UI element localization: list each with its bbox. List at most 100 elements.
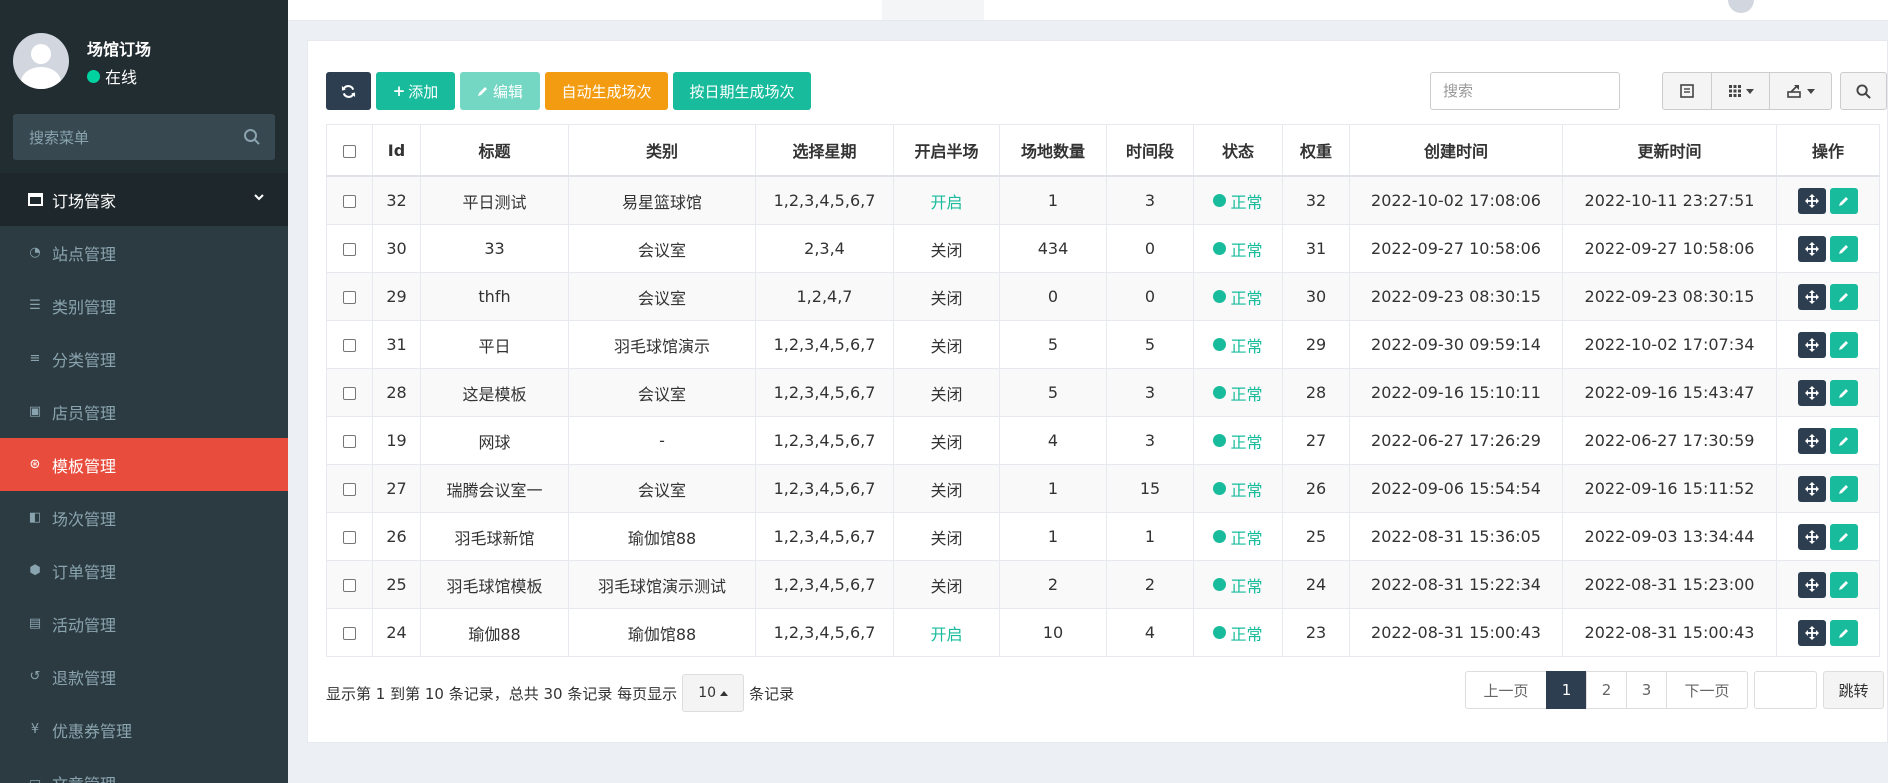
- row-checkbox[interactable]: [343, 435, 356, 448]
- table-search-input[interactable]: [1431, 73, 1619, 109]
- column-header[interactable]: 更新时间: [1562, 124, 1777, 177]
- dribbble-icon: ⊛: [29, 457, 41, 472]
- columns-button[interactable]: [1712, 72, 1770, 110]
- row-edit-button[interactable]: [1830, 331, 1858, 358]
- drag-sort-button[interactable]: [1798, 331, 1826, 358]
- column-header[interactable]: 权重: [1282, 124, 1350, 177]
- jump-page-input[interactable]: [1754, 671, 1817, 709]
- drag-sort-button[interactable]: [1798, 475, 1826, 502]
- drag-sort-button[interactable]: [1798, 235, 1826, 262]
- sidebar-item-4[interactable]: ▣ 店员管理: [0, 385, 288, 438]
- page-button-2[interactable]: 2: [1586, 671, 1627, 709]
- row-edit-button[interactable]: [1830, 235, 1858, 262]
- sidebar-item-6[interactable]: ◧ 场次管理: [0, 491, 288, 544]
- jump-button[interactable]: 跳转: [1823, 671, 1884, 709]
- column-header[interactable]: 创建时间: [1349, 124, 1563, 177]
- avatar[interactable]: [13, 33, 69, 89]
- row-checkbox[interactable]: [343, 627, 356, 640]
- row-edit-button[interactable]: [1830, 187, 1858, 214]
- row-checkbox[interactable]: [343, 291, 356, 304]
- dashboard-icon: ◔: [29, 245, 41, 260]
- sidebar-item-3[interactable]: ≡ 分类管理: [0, 332, 288, 385]
- drag-sort-button[interactable]: [1798, 619, 1826, 646]
- sidebar-item-label: 优惠券管理: [52, 721, 133, 741]
- table-row[interactable]: 30 33 会议室 2,3,4 关闭 434 0 正常 31 2022-09-27 10:58:0…: [326, 224, 1880, 273]
- page-size-select[interactable]: 10: [682, 674, 745, 712]
- row-edit-button[interactable]: [1830, 571, 1858, 598]
- row-select-cell: [326, 224, 373, 273]
- cell-courts: 1: [999, 512, 1107, 561]
- table-row[interactable]: 26 羽毛球新馆 瑜伽馆88 1,2,3,4,5,6,7 关闭 1 1 正常 25 2022-08…: [326, 512, 1880, 561]
- menu-search-input[interactable]: [13, 114, 251, 162]
- row-checkbox[interactable]: [343, 483, 356, 496]
- row-checkbox[interactable]: [343, 195, 356, 208]
- column-header[interactable]: Id: [372, 124, 421, 177]
- user-avatar-top[interactable]: [1728, 0, 1754, 13]
- row-edit-button[interactable]: [1830, 475, 1858, 502]
- advanced-search-button[interactable]: [1840, 72, 1887, 110]
- column-header[interactable]: 标题: [420, 124, 569, 177]
- pagination-info-text: 显示第 1 到第 10 条记录，总共 30 条记录 每页显示: [326, 684, 678, 703]
- status-text: 正常: [1230, 576, 1263, 596]
- row-edit-button[interactable]: [1830, 523, 1858, 550]
- table-row[interactable]: 28 这是模板 会议室 1,2,3,4,5,6,7 关闭 5 3 正常 28 2022-09-16…: [326, 368, 1880, 417]
- search-icon[interactable]: [243, 128, 261, 146]
- drag-sort-button[interactable]: [1798, 571, 1826, 598]
- column-header[interactable]: 状态: [1193, 124, 1283, 177]
- date-generate-button[interactable]: 按日期生成场次: [673, 72, 811, 110]
- prev-page-button[interactable]: 上一页: [1465, 671, 1547, 709]
- drag-sort-button[interactable]: [1798, 427, 1826, 454]
- table-row[interactable]: 32 平日测试 易星篮球馆 1,2,3,4,5,6,7 开启 1 3 正常 32 2022-10-…: [326, 175, 1880, 225]
- toggle-view-button[interactable]: [1662, 72, 1712, 110]
- column-header[interactable]: 时间段: [1106, 124, 1194, 177]
- column-header[interactable]: 类别: [568, 124, 756, 177]
- drag-sort-button[interactable]: [1798, 283, 1826, 310]
- cell-courts: 0: [999, 272, 1107, 321]
- refresh-button[interactable]: [326, 72, 371, 110]
- sidebar-item-9[interactable]: ↺ 退款管理: [0, 650, 288, 703]
- page-button-1[interactable]: 1: [1546, 671, 1587, 709]
- row-edit-button[interactable]: [1830, 379, 1858, 406]
- table-row[interactable]: 29 thfh 会议室 1,2,4,7 关闭 0 0 正常 30 2022-09-23 08:30…: [326, 272, 1880, 321]
- row-checkbox[interactable]: [343, 339, 356, 352]
- move-arrows-icon: [1805, 577, 1819, 592]
- sidebar-item-10[interactable]: ¥ 优惠券管理: [0, 703, 288, 756]
- row-checkbox[interactable]: [343, 243, 356, 256]
- sidebar-item-8[interactable]: ▤ 活动管理: [0, 597, 288, 650]
- toolbar: + 添加 编辑 自动生成场次 按日期生成场次: [326, 72, 816, 110]
- column-header[interactable]: 操作: [1776, 124, 1880, 177]
- next-page-button[interactable]: 下一页: [1666, 671, 1748, 709]
- export-button[interactable]: [1770, 72, 1832, 110]
- sidebar-item-5[interactable]: ⊛ 模板管理: [0, 438, 288, 491]
- row-checkbox[interactable]: [343, 579, 356, 592]
- column-header[interactable]: 场地数量: [999, 124, 1107, 177]
- table-row[interactable]: 24 瑜伽88 瑜伽馆88 1,2,3,4,5,6,7 开启 10 4 正常 23 2022-08…: [326, 608, 1880, 657]
- page-button-3[interactable]: 3: [1626, 671, 1667, 709]
- sidebar-item-11[interactable]: ▭ 文章管理: [0, 756, 288, 783]
- add-button[interactable]: + 添加: [376, 72, 455, 110]
- row-edit-button[interactable]: [1830, 619, 1858, 646]
- row-edit-button[interactable]: [1830, 427, 1858, 454]
- select-all-checkbox[interactable]: [343, 144, 356, 158]
- table-row[interactable]: 27 瑞腾会议室一 会议室 1,2,3,4,5,6,7 关闭 1 15 正常 26 2022-09…: [326, 464, 1880, 513]
- edit-button[interactable]: 编辑: [460, 72, 540, 110]
- table-row[interactable]: 31 平日 羽毛球馆演示 1,2,3,4,5,6,7 关闭 5 5 正常 29 2022-09-3…: [326, 320, 1880, 369]
- drag-sort-button[interactable]: [1798, 379, 1826, 406]
- top-tab[interactable]: [882, 0, 984, 20]
- column-header[interactable]: 开启半场: [893, 124, 1000, 177]
- row-edit-button[interactable]: [1830, 283, 1858, 310]
- row-checkbox[interactable]: [343, 387, 356, 400]
- drag-sort-button[interactable]: [1798, 523, 1826, 550]
- sidebar-item-7[interactable]: ⬢ 订单管理: [0, 544, 288, 597]
- sidebar-item-1[interactable]: ◔ 站点管理: [0, 226, 288, 279]
- table-row[interactable]: 19 网球 -1,2,3,4,5,6,7 关闭 4 3 正常 27 2022-06-27 17:…: [326, 416, 1880, 465]
- menu-group-venue-manager[interactable]: 订场管家: [0, 173, 288, 226]
- header-select-all[interactable]: [326, 124, 373, 177]
- pencil-icon: [1839, 388, 1848, 398]
- row-checkbox[interactable]: [343, 531, 356, 544]
- auto-generate-button[interactable]: 自动生成场次: [545, 72, 668, 110]
- column-header[interactable]: 选择星期: [755, 124, 894, 177]
- sidebar-item-2[interactable]: ☰ 类别管理: [0, 279, 288, 332]
- table-row[interactable]: 25 羽毛球馆模板 羽毛球馆演示测试 1,2,3,4,5,6,7 关闭 2 2 正常 24 202…: [326, 560, 1880, 609]
- drag-sort-button[interactable]: [1798, 187, 1826, 214]
